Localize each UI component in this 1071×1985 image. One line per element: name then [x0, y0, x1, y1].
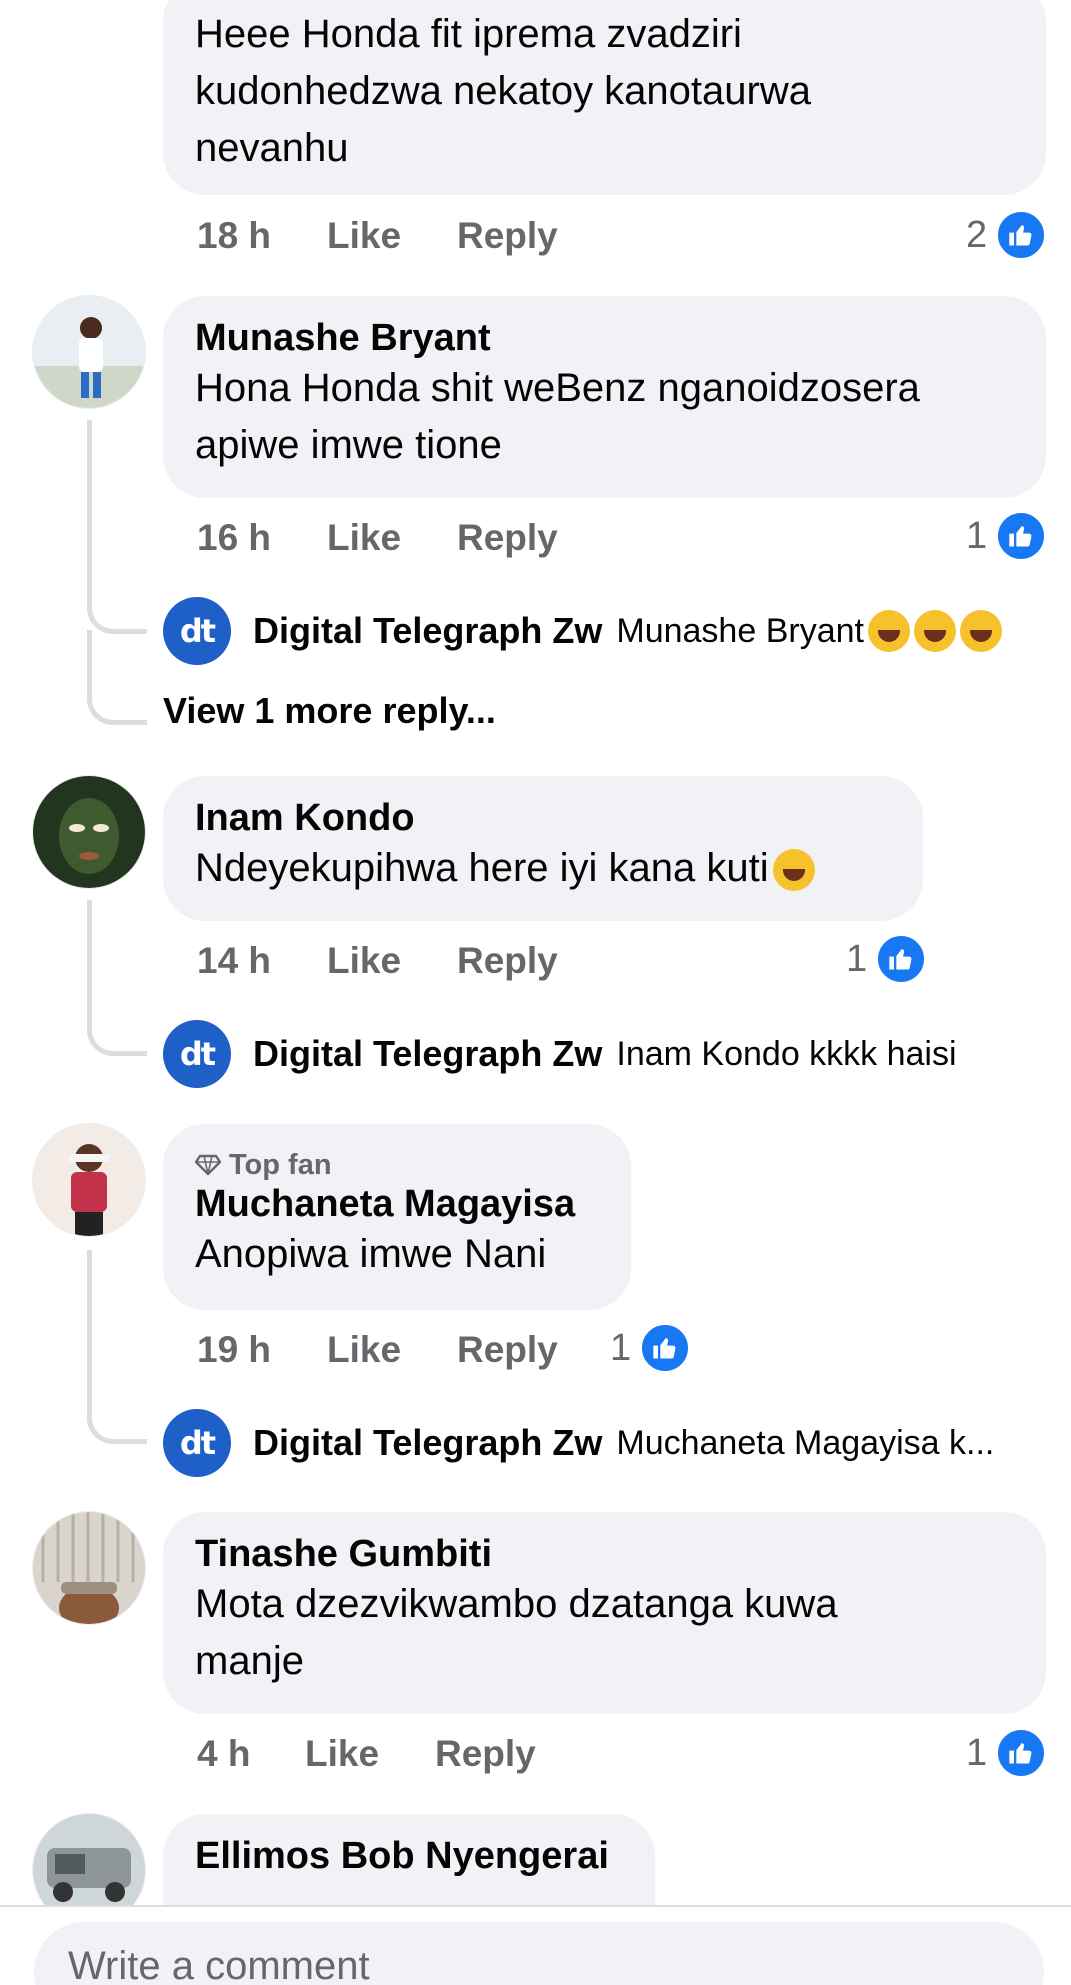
avatar[interactable]: [33, 1124, 145, 1236]
thread-connector: [87, 420, 92, 605]
comment-text: Mota dzezvikwambo dzatanga kuwa manje: [195, 1582, 838, 1683]
thread-connector: [87, 590, 147, 634]
face-with-hand-over-mouth-emoji-icon: [772, 849, 815, 892]
reply-text: Inam Kondo kkkk haisi: [616, 1034, 957, 1073]
thread-connector: [87, 1012, 147, 1056]
reaction-count-value: 1: [966, 1731, 988, 1774]
thumbs-up-icon: [875, 933, 928, 985]
reply-button[interactable]: Reply: [457, 215, 558, 257]
comment-text: Anopiwa imwe Nani: [195, 1232, 547, 1276]
comments-page: Heee Honda fit iprema zvadziri kudonhedz…: [0, 0, 1071, 1985]
comment-text: Ndeyekupihwa here iyi kana kuti: [195, 840, 893, 897]
reaction-count[interactable]: 1: [610, 1322, 692, 1374]
reaction-count[interactable]: 2: [966, 209, 1048, 261]
comment-text: Heee Honda fit iprema zvadziri kudonhedz…: [195, 12, 811, 170]
reaction-count-value: 2: [966, 213, 988, 256]
thread-connector: [87, 630, 147, 725]
avatar[interactable]: [33, 1814, 145, 1905]
digital-telegraph-logo[interactable]: dt: [163, 1020, 231, 1088]
write-comment-input[interactable]: Write a comment: [34, 1922, 1044, 1985]
reaction-count[interactable]: 1: [846, 933, 928, 985]
comment-bubble: Tinashe Gumbiti Mota dzezvikwambo dzatan…: [163, 1512, 1046, 1714]
like-button[interactable]: Like: [327, 215, 457, 257]
reply-item: dt Digital Telegraph Zw Inam Kondo kkkk …: [163, 1020, 957, 1088]
comment-author[interactable]: Muchaneta Magayisa: [195, 1182, 601, 1226]
thread-connector: [87, 1400, 147, 1444]
comment-bubble: Ellimos Bob Nyengerai: [163, 1814, 655, 1905]
thread-connector: [87, 900, 92, 1015]
reply-button[interactable]: Reply: [457, 1329, 611, 1371]
reply-button[interactable]: Reply: [457, 517, 558, 559]
reply-item: dt Digital Telegraph Zw Munashe Bryant: [163, 597, 1002, 665]
reaction-count-value: 1: [846, 937, 868, 980]
comment-feed[interactable]: Heee Honda fit iprema zvadziri kudonhedz…: [0, 0, 1071, 1905]
thumbs-up-icon: [995, 510, 1048, 562]
thumbs-up-icon: [639, 1322, 692, 1374]
thumbs-up-icon: [995, 209, 1048, 261]
thread-connector: [87, 1250, 92, 1405]
comment-bubble: Top fan Muchaneta Magayisa Anopiwa imwe …: [163, 1124, 631, 1310]
reply-button[interactable]: Reply: [457, 940, 558, 982]
reply-item: dt Digital Telegraph Zw Muchaneta Magayi…: [163, 1409, 994, 1477]
comment-author[interactable]: Tinashe Gumbiti: [195, 1532, 1016, 1576]
top-fan-badge: Top fan: [195, 1148, 601, 1182]
comment-actions: 14 h Like Reply: [197, 940, 558, 982]
avatar[interactable]: [33, 1512, 145, 1624]
reaction-count[interactable]: 1: [966, 510, 1048, 562]
comment-author[interactable]: Munashe Bryant: [195, 316, 1016, 360]
comment-text-content: Ndeyekupihwa here iyi kana kuti: [195, 846, 769, 890]
reply-author[interactable]: Digital Telegraph Zw: [253, 610, 602, 652]
like-button[interactable]: Like: [327, 517, 457, 559]
comment-author[interactable]: Inam Kondo: [195, 796, 893, 840]
reply-text: Muchaneta Magayisa k...: [616, 1423, 995, 1462]
reaction-count-value: 1: [610, 1326, 632, 1369]
avatar[interactable]: [33, 296, 145, 408]
comment-time: 4 h: [197, 1733, 251, 1774]
comment-time: 14 h: [197, 940, 272, 981]
laughing-emoji-icon: [959, 610, 1002, 652]
comment-bubble: Munashe Bryant Hona Honda shit weBenz ng…: [163, 296, 1046, 498]
comment-actions: 16 h Like Reply: [197, 517, 558, 559]
like-button[interactable]: Like: [305, 1733, 435, 1775]
diamond-icon: [195, 1154, 221, 1176]
thumbs-up-icon: [995, 1727, 1048, 1779]
reply-author[interactable]: Digital Telegraph Zw: [253, 1033, 602, 1075]
digital-telegraph-logo[interactable]: dt: [163, 1409, 231, 1477]
comment-actions: 19 h Like Reply: [197, 1329, 611, 1371]
comment-author[interactable]: Ellimos Bob Nyengerai: [195, 1834, 625, 1878]
laughing-emoji-icon: [913, 610, 956, 652]
like-button[interactable]: Like: [327, 940, 457, 982]
comment-bubble: Inam Kondo Ndeyekupihwa here iyi kana ku…: [163, 776, 923, 921]
digital-telegraph-logo[interactable]: dt: [163, 597, 231, 665]
comment-actions: 4 h Like Reply: [197, 1733, 536, 1775]
like-button[interactable]: Like: [327, 1329, 457, 1371]
comment-time: 19 h: [197, 1329, 272, 1370]
reply-text: Munashe Bryant: [616, 611, 864, 650]
laughing-emoji-icon: [867, 610, 910, 652]
avatar[interactable]: [33, 776, 145, 888]
comment-actions: 18 h Like Reply: [197, 215, 558, 257]
comment-text: Hona Honda shit weBenz nganoidzosera api…: [195, 366, 920, 467]
view-more-replies-link[interactable]: View 1 more reply...: [163, 690, 496, 732]
comment-time: 18 h: [197, 215, 272, 256]
reaction-count-value: 1: [966, 514, 988, 557]
reply-author[interactable]: Digital Telegraph Zw: [253, 1422, 602, 1464]
reply-button[interactable]: Reply: [435, 1733, 536, 1775]
comment-bubble: Heee Honda fit iprema zvadziri kudonhedz…: [163, 0, 1046, 195]
comment-time: 16 h: [197, 517, 272, 558]
top-fan-label: Top fan: [229, 1149, 332, 1181]
reaction-count[interactable]: 1: [966, 1727, 1048, 1779]
